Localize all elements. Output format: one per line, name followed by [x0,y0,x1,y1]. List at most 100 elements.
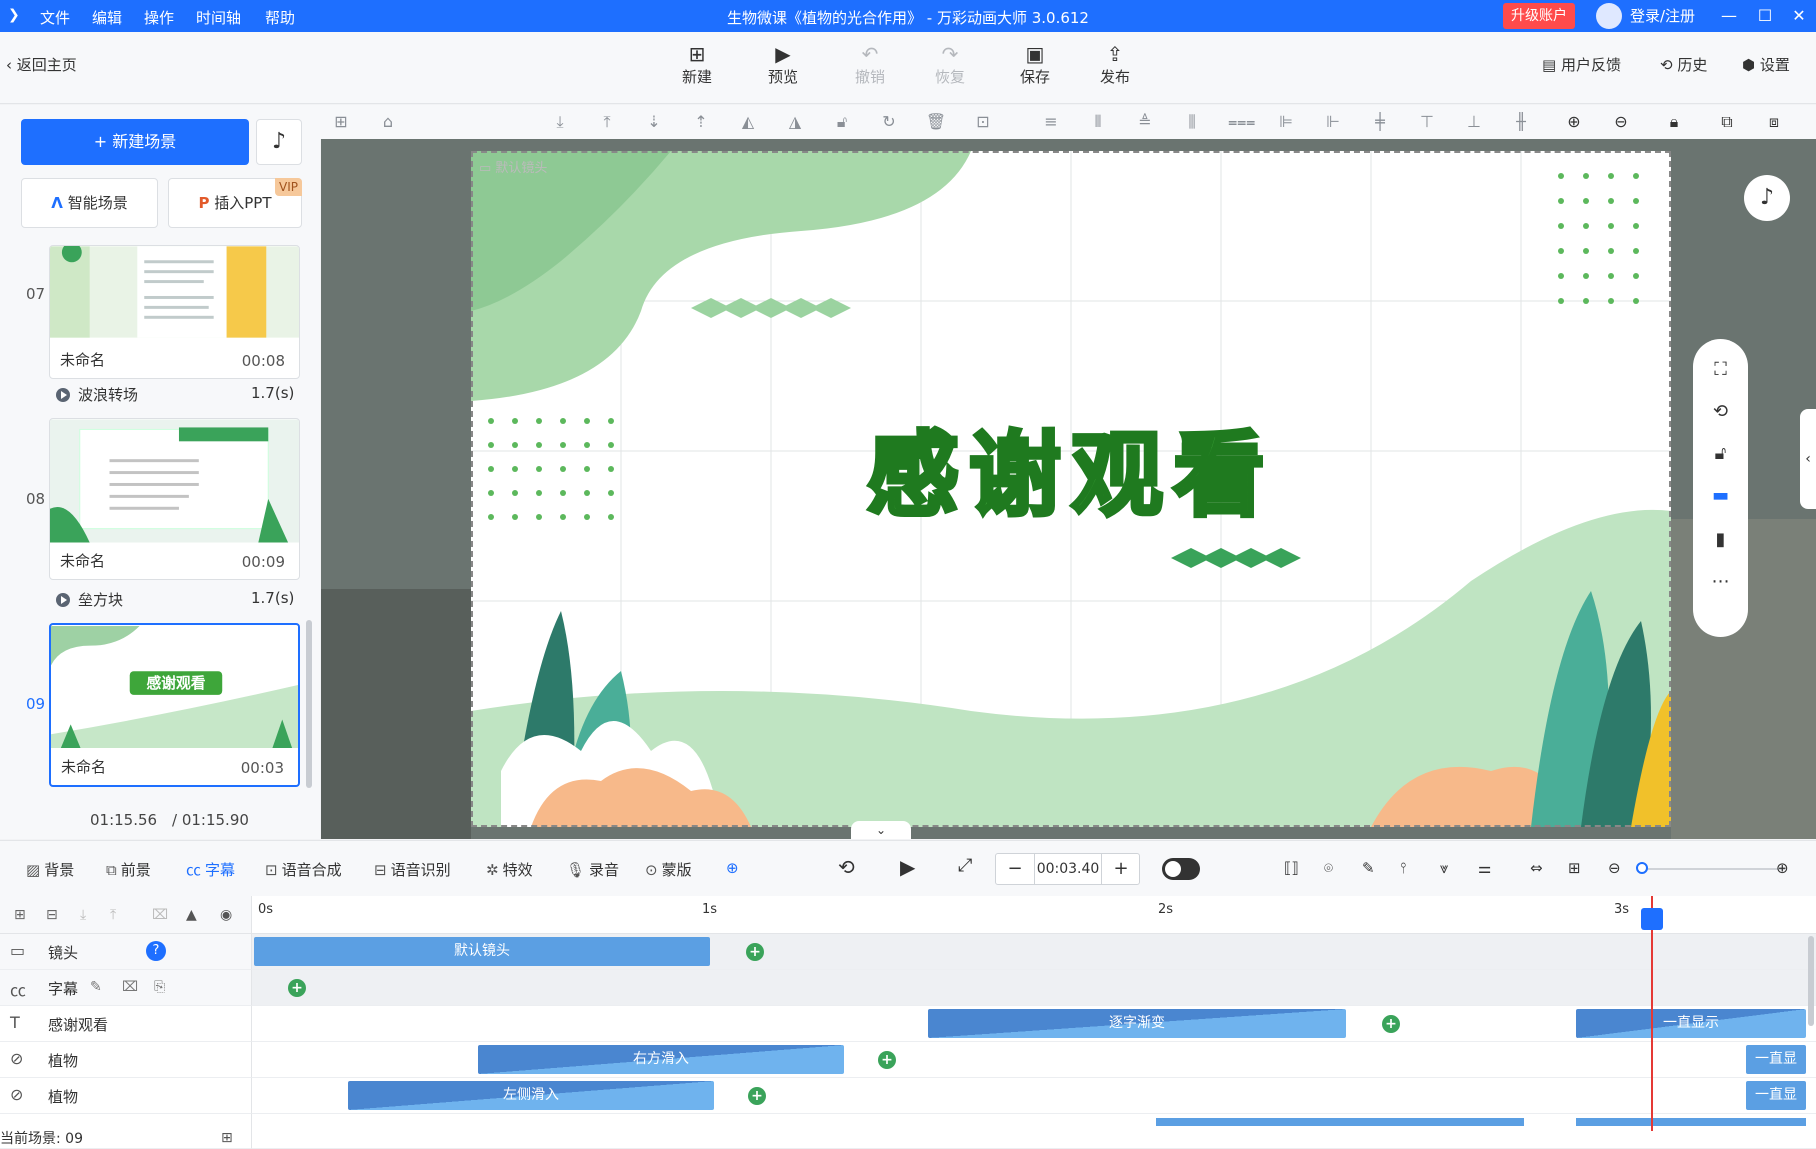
plant1-clip-2[interactable]: 一直显 [1746,1045,1806,1074]
new-button[interactable]: ⊞ 新建 [667,42,727,87]
subtitle-button[interactable]: ㏄字幕 [186,859,235,880]
new-folder-icon[interactable]: ⊟ [46,907,58,923]
background-button[interactable]: ▨ 背景 [26,859,74,880]
move-bottom-icon[interactable]: ⤓ [549,111,571,133]
align-right-icon[interactable]: ⊩ [1322,111,1344,133]
add-keyframe-icon[interactable]: + [878,1051,896,1069]
upgrade-button[interactable]: 升级账户 [1503,3,1575,29]
paste-icon[interactable]: ⧈ [1763,111,1785,133]
move-up-icon[interactable]: ⇡ [690,111,712,133]
import-icon[interactable]: ⎘ [154,979,165,995]
clip-partial[interactable] [1576,1118,1806,1126]
plant2-clip-2[interactable]: 一直显 [1746,1081,1806,1110]
filter-icon[interactable]: ⩔ [1440,859,1448,877]
lock-icon[interactable]: 🔒︎ [1663,111,1685,133]
redo-button[interactable]: ↷ 恢复 [920,42,980,87]
edit-icon[interactable]: ✎ [1362,859,1375,877]
playhead-line[interactable] [1651,896,1653,1131]
preview-button[interactable]: ▶ 预览 [753,42,813,87]
portrait-icon[interactable]: ▮ [1693,529,1748,550]
timeline-scrollbar[interactable] [1808,936,1814,1026]
save-button[interactable]: ▣ 保存 [1005,42,1065,87]
select-icon[interactable]: ⊡ [972,111,994,133]
fit-icon[interactable]: ⟦⟧ [1284,859,1299,877]
collapse-right-icon[interactable]: ‹ [1800,409,1816,509]
rotate-icon[interactable]: ↻ [878,111,900,133]
move-up-icon[interactable]: ⤒ [110,907,116,923]
history-button[interactable]: ⟲ 历史 [1660,54,1707,75]
settings-button[interactable]: ⬢ 设置 [1742,54,1790,75]
move-top-icon[interactable]: ⤒ [596,111,618,133]
zoom-in-icon[interactable]: ⊕ [1776,859,1789,877]
ruler-icon[interactable]: ⊞ [330,111,352,133]
home-icon[interactable]: ⌂ [377,111,399,133]
plant2-clip-1[interactable]: 左侧滑入 [348,1081,714,1110]
play-icon[interactable]: ▶ [900,855,915,879]
track-thanks-text[interactable]: T 感谢观看 [0,1006,252,1042]
effects-button[interactable]: ✲ 特效 [486,859,533,880]
track-subtitle[interactable]: ㏄ 字幕 ✎ ⌧ ⎘ [0,970,252,1006]
zoom-out-icon[interactable]: ⊖ [1610,111,1632,133]
transition-item[interactable]: 波浪转场 1.7(s) [56,384,294,405]
fullscreen-icon[interactable]: ⤢ [958,855,972,876]
track-plant-1[interactable]: ⊘ 植物 [0,1042,252,1078]
time-value[interactable]: 00:03.40 [1034,854,1102,884]
clip-partial[interactable] [1156,1118,1524,1126]
flip-vertical-icon[interactable]: ◮ [784,111,806,133]
add-folder-icon[interactable]: ⊞ [14,907,26,923]
plus-icon[interactable]: + [1102,854,1140,884]
foreground-button[interactable]: ⧉ 前景 [106,859,151,880]
more-circle-icon[interactable]: ⊕ [726,859,739,877]
thanks-text[interactable]: 感谢观看 [471,401,1671,534]
scene-card-08[interactable]: 未命名 00:09 [49,418,300,580]
sliders-icon[interactable]: ⚌ [1478,859,1491,877]
minimize-icon[interactable]: — [1716,4,1742,28]
align-top2-icon[interactable]: ⊤ [1416,111,1438,133]
camera-clip[interactable]: 默认镜头 [254,937,710,966]
unlock-icon[interactable]: 🔓︎ [831,111,853,133]
edit-icon[interactable]: ✎ [90,979,102,995]
thanks-clip-1[interactable]: 逐字渐变 [928,1009,1346,1038]
maximize-icon[interactable]: ☐ [1752,4,1778,28]
add-keyframe-icon[interactable]: + [746,943,764,961]
eye-icon[interactable]: ◉ [220,907,232,923]
scene-scrollbar[interactable] [306,620,312,788]
scene-card-09[interactable]: 感谢观看 未命名 00:03 [49,623,300,787]
new-scene-button[interactable]: + 新建场景 [21,119,249,165]
copy-icon[interactable]: ⧉ [1716,111,1738,133]
align-bottom2-icon[interactable]: ⊥ [1463,111,1485,133]
align-left-icon[interactable]: ⊫ [1275,111,1297,133]
zoom-slider-handle[interactable] [1636,862,1648,874]
smart-scene-button[interactable]: Λ 智能场景 [21,178,158,228]
add-keyframe-icon[interactable]: + [288,979,306,997]
canvas-area[interactable]: ▭ 默认镜头 感谢观看 ♪ ⛶ ⟲ 🔓︎ ▬ ▮ ⋯ ‹ ⌄ [321,139,1816,839]
add-keyframe-icon[interactable]: + [748,1087,766,1105]
move-down-icon[interactable]: ⇣ [643,111,665,133]
lock-icon[interactable]: ▲ [186,907,197,923]
distribute-v-icon[interactable]: ⩶ [1228,111,1255,133]
music-note-icon[interactable]: ♪ [1744,175,1790,221]
close-icon[interactable]: ✕ [1786,4,1812,28]
minus-icon[interactable]: − [996,854,1034,884]
add-keyframe-icon[interactable]: + [1382,1015,1400,1033]
music-note-icon[interactable]: ♪ [256,119,302,165]
time-stepper[interactable]: − 00:03.40 + [995,853,1140,885]
zoom-in-icon[interactable]: ⊕ [1563,111,1585,133]
feedback-button[interactable]: ▤ 用户反馈 [1542,54,1621,75]
align-top-icon[interactable]: ≡ [1040,111,1062,133]
zoom-out-icon[interactable]: ⊖ [1608,859,1621,877]
delete-icon[interactable]: ⌧ [152,907,168,923]
delete-icon[interactable]: 🗑︎ [925,111,947,133]
align-center-icon[interactable]: ╪ [1369,111,1391,133]
delete-icon[interactable]: ⌧ [122,979,138,995]
asr-button[interactable]: ⊟ 语音识别 [374,859,451,880]
tts-button[interactable]: ⊡ 语音合成 [265,859,342,880]
login-button[interactable]: 登录/注册 [1630,3,1695,29]
playhead-handle[interactable] [1641,908,1663,930]
transition-item[interactable]: 垒方块 1.7(s) [56,589,294,610]
landscape-icon[interactable]: ▬ [1693,485,1748,506]
undo-button[interactable]: ↶ 撤销 [840,42,900,87]
align-vcenter-icon[interactable]: ╫ [1510,111,1532,133]
expand-icon[interactable]: ⇔ [1530,859,1543,877]
track-plant-2[interactable]: ⊘ 植物 [0,1078,252,1114]
